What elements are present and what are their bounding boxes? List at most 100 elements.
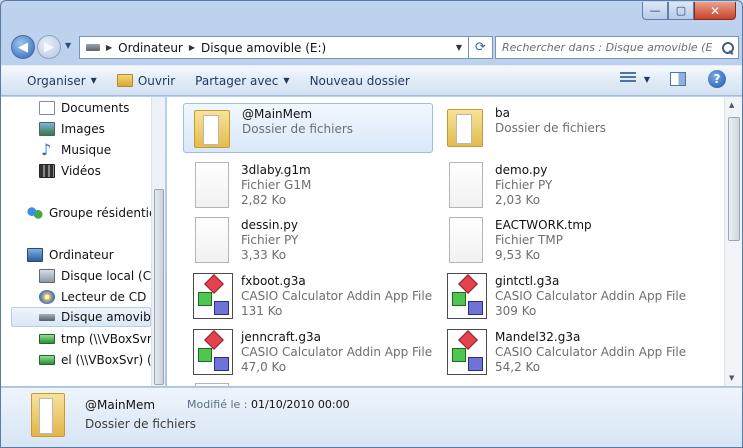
- list-item[interactable]: jenncraft.g3a CASIO Calculator Addin App…: [183, 327, 433, 377]
- file-size: 131 Ko: [241, 304, 283, 318]
- breadcrumb-removable-disk[interactable]: Disque amovible (E:): [201, 41, 326, 55]
- list-item[interactable]: demo.py Fichier PY 2,03 Ko: [437, 160, 687, 210]
- file-size: 309 Ko: [495, 304, 537, 318]
- address-dropdown-button[interactable]: ▼: [450, 37, 468, 58]
- file-name: jenncraft.g3a: [241, 330, 321, 344]
- file-name: ba: [495, 106, 510, 120]
- details-type: Dossier de fichiers: [85, 417, 197, 431]
- removable-disk-icon: [39, 313, 55, 321]
- file-name: dessin.py: [241, 218, 298, 232]
- breadcrumb-computer[interactable]: Ordinateur: [118, 41, 183, 55]
- sidebar-item-local-disk[interactable]: Disque local (C:): [39, 266, 165, 286]
- local-disk-icon: [39, 269, 55, 283]
- sidebar-item-label: Vidéos: [61, 164, 101, 178]
- sidebar-item-label: Images: [61, 122, 105, 136]
- sidebar-item-network-el[interactable]: el (\\VBoxSvr) (Z:: [39, 350, 165, 370]
- minimize-button[interactable]: —: [642, 2, 668, 20]
- homegroup-icon: [27, 206, 43, 220]
- navpane-scrollbar-thumb[interactable]: [154, 189, 164, 385]
- folder-icon: [194, 110, 230, 148]
- file-type: CASIO Calculator Addin App File: [495, 345, 687, 359]
- file-type: Fichier PY: [241, 233, 299, 247]
- close-button[interactable]: ✕: [694, 2, 736, 20]
- view-options-dropdown[interactable]: ▼: [644, 75, 650, 84]
- sidebar-item-removable-disk[interactable]: Disque amovible: [11, 307, 161, 327]
- casio-addin-icon: [193, 273, 233, 319]
- list-item[interactable]: fxboot.g3a CASIO Calculator Addin App Fi…: [183, 271, 433, 321]
- file-type: Fichier PY: [495, 178, 553, 192]
- list-item[interactable]: gintctl.g3a CASIO Calculator Addin App F…: [437, 271, 687, 321]
- organize-button[interactable]: Organiser ▼: [17, 69, 107, 93]
- recent-pages-button[interactable]: ▼: [65, 41, 71, 50]
- sidebar-item-label: Lecteur de CD (D: [61, 290, 165, 304]
- list-item[interactable]: @MainMem Dossier de fichiers: [183, 103, 433, 153]
- command-bar: Organiser ▼ Ouvrir Partager avec ▼ Nouve…: [1, 65, 742, 96]
- file-type: CASIO Calculator Addin App File: [241, 345, 433, 359]
- open-folder-icon: [116, 74, 133, 87]
- details-modified-value: 01/10/2010 00:00: [251, 398, 350, 411]
- file-list-scrollbar-thumb[interactable]: [728, 117, 740, 241]
- sidebar-item-music[interactable]: Musique: [39, 140, 165, 160]
- breadcrumb-separator[interactable]: ▶: [189, 43, 195, 52]
- casio-addin-icon: [193, 329, 233, 375]
- back-button[interactable]: ◀: [11, 35, 35, 59]
- sidebar-item-cd-drive[interactable]: Lecteur de CD (D: [39, 287, 165, 307]
- sidebar-item-videos[interactable]: Vidéos: [39, 161, 165, 181]
- file-size: 2,82 Ko: [241, 193, 287, 207]
- sidebar-item-label: Documents: [61, 101, 130, 115]
- help-icon[interactable]: ?: [708, 70, 726, 88]
- sidebar-item-documents[interactable]: Documents: [39, 98, 165, 118]
- list-item[interactable]: dessin.py Fichier PY 3,33 Ko: [183, 215, 433, 265]
- folder-icon: [31, 393, 65, 437]
- share-button[interactable]: Partager avec ▼: [185, 69, 299, 93]
- file-name: demo.py: [495, 163, 548, 177]
- list-item[interactable]: 3dlaby.g1m Fichier G1M 2,82 Ko: [183, 160, 433, 210]
- breadcrumb-separator[interactable]: ▶: [106, 43, 112, 52]
- maximize-icon: ▢: [675, 4, 687, 17]
- preview-pane-icon[interactable]: [670, 72, 686, 86]
- removable-drive-icon: [86, 44, 100, 51]
- navpane-scrollbar[interactable]: [151, 97, 165, 386]
- list-item[interactable]: ba Dossier de fichiers: [437, 103, 687, 153]
- tile-text: gintctl.g3a CASIO Calculator Addin App F…: [495, 274, 686, 319]
- forward-button[interactable]: ▶: [37, 35, 61, 59]
- file-list-scrollbar[interactable]: ▲ ▼: [724, 97, 742, 386]
- search-input[interactable]: [502, 41, 712, 54]
- navigation-bar: ◀ ▶ ▼ ▶ Ordinateur ▶ Disque amovible (E:…: [9, 33, 739, 61]
- tile-text: Mandel32.g3a CASIO Calculator Addin App …: [495, 330, 686, 375]
- file-name: fxboot.g3a: [241, 274, 306, 288]
- open-button[interactable]: Ouvrir: [107, 69, 185, 93]
- new-folder-button[interactable]: Nouveau dossier: [300, 69, 420, 93]
- forward-arrow-icon: ▶: [44, 39, 54, 55]
- documents-icon: [39, 101, 55, 115]
- file-name: 3dlaby.g1m: [241, 163, 311, 177]
- new-folder-label: Nouveau dossier: [309, 73, 410, 88]
- sidebar-item-label: el (\\VBoxSvr) (Z:: [61, 353, 164, 367]
- maximize-button[interactable]: ▢: [668, 2, 694, 20]
- music-icon: [39, 140, 55, 159]
- folder-icon: [447, 109, 483, 147]
- refresh-button[interactable]: ⟳: [469, 36, 493, 59]
- sidebar-item-label: Groupe résidentiel: [49, 206, 160, 220]
- list-item[interactable]: EACTWORK.tmp Fichier TMP 9,53 Ko: [437, 215, 687, 265]
- navigation-pane: Documents Images Musique Vidéos Groupe r…: [1, 97, 165, 386]
- scroll-up-arrow-icon[interactable]: ▲: [729, 101, 734, 109]
- chevron-down-icon: ▼: [90, 76, 97, 85]
- sidebar-item-homegroup[interactable]: Groupe résidentiel: [27, 203, 165, 223]
- network-drive-icon: [39, 355, 55, 365]
- file-name: @MainMem: [242, 107, 313, 121]
- search-icon[interactable]: [722, 41, 734, 54]
- list-item[interactable]: Mandel32.g3a CASIO Calculator Addin App …: [437, 327, 687, 377]
- file-name: EACTWORK.tmp: [495, 218, 592, 232]
- address-bar[interactable]: ▶ Ordinateur ▶ Disque amovible (E:) ▼: [79, 36, 469, 59]
- sidebar-item-network-tmp[interactable]: tmp (\\VBoxSvr): [39, 329, 165, 349]
- change-view-icon[interactable]: [619, 72, 636, 86]
- file-type: CASIO Calculator Addin App File: [241, 289, 433, 303]
- sidebar-item-computer[interactable]: Ordinateur: [27, 245, 165, 265]
- scroll-down-arrow-icon[interactable]: ▼: [729, 374, 734, 382]
- cd-drive-icon: [39, 290, 55, 304]
- search-box[interactable]: [495, 36, 739, 59]
- file-size: 9,53 Ko: [495, 248, 541, 262]
- sidebar-item-images[interactable]: Images: [39, 119, 165, 139]
- tile-text: dessin.py Fichier PY 3,33 Ko: [241, 218, 298, 263]
